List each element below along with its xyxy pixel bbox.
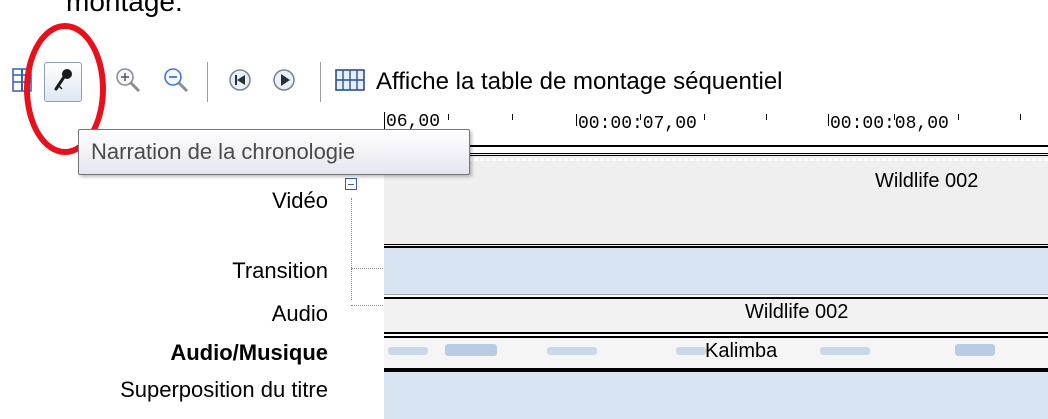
play-icon[interactable] <box>268 62 300 98</box>
video-track[interactable] <box>384 153 1048 247</box>
audio-clip-label: Wildlife 002 <box>745 301 849 323</box>
ruler-label-7s: 00:00:07,00 <box>578 114 697 134</box>
rewind-icon[interactable] <box>224 62 256 98</box>
track-label-title-overlay: Superposition du titre <box>120 377 328 402</box>
storyboard-label[interactable]: Affiche la table de montage séquentiel <box>376 68 783 96</box>
collapse-video-icon[interactable] <box>345 178 357 190</box>
audio-track[interactable] <box>384 297 1048 334</box>
track-label-audio: Audio <box>271 301 328 326</box>
transition-track[interactable] <box>384 246 1048 295</box>
zoom-in-icon[interactable] <box>112 62 144 98</box>
track-label-video: Vidéo <box>272 188 328 213</box>
storyboard-icon[interactable] <box>334 62 366 98</box>
music-clip-label: Kalimba <box>705 340 778 362</box>
track-label-transition: Transition <box>232 258 328 283</box>
video-clip-label: Wildlife 002 <box>875 170 979 192</box>
title-overlay-track[interactable] <box>384 370 1048 419</box>
track-label-music: Audio/Musique <box>170 340 328 365</box>
ruler-label-8s: 00:00:08,00 <box>830 114 949 134</box>
narration-tooltip: Narration de la chronologie <box>78 129 470 175</box>
cutoff-heading-text: montage. <box>66 0 183 17</box>
zoom-out-icon[interactable] <box>160 62 192 98</box>
